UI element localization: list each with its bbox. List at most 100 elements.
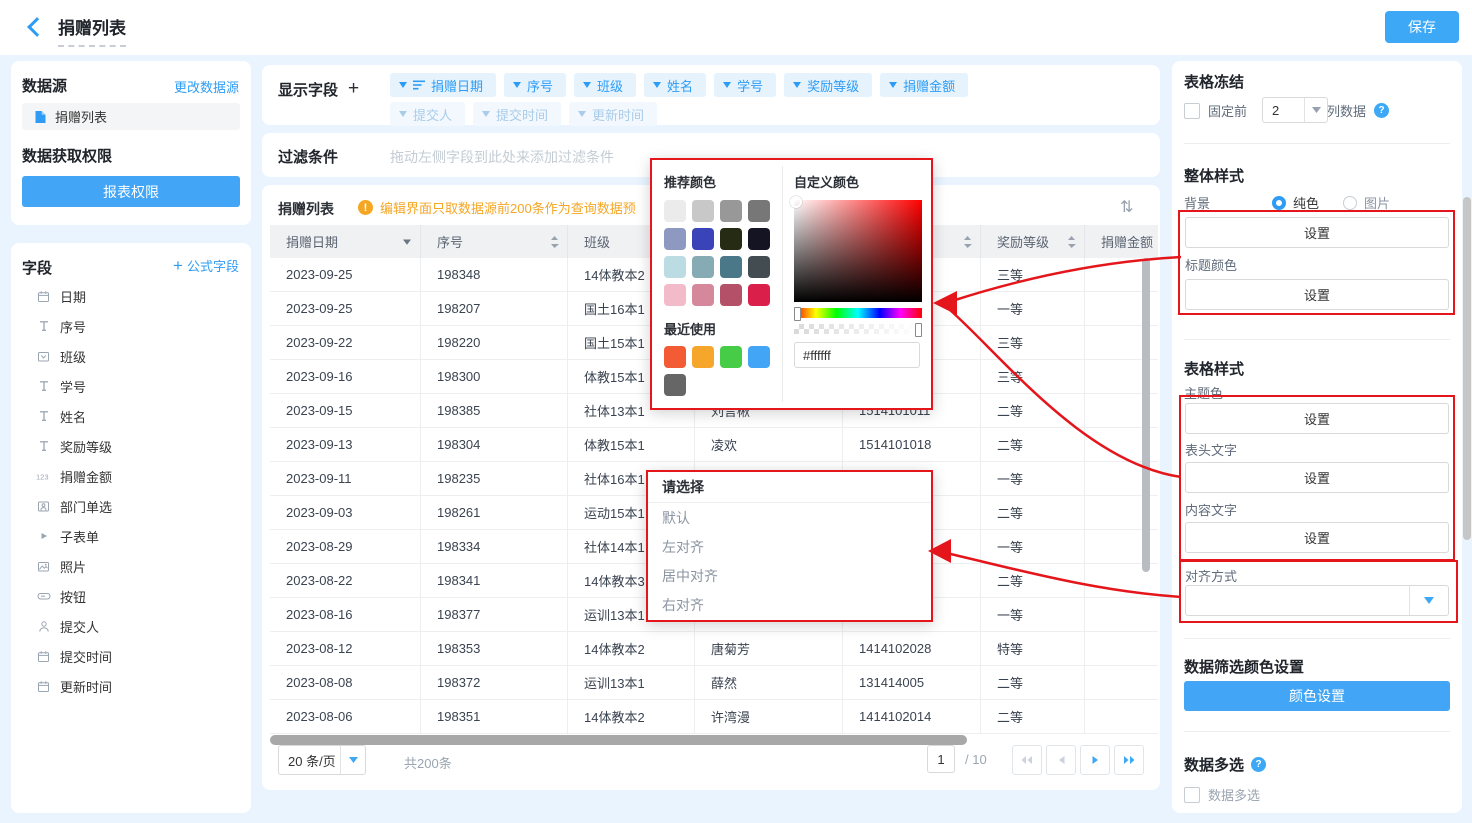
multi-select-checkbox[interactable] [1184, 787, 1200, 803]
formula-field-link[interactable]: + 公式字段 [173, 256, 239, 275]
background-setting-button[interactable]: 设置 [1185, 217, 1449, 248]
color-swatch[interactable] [720, 346, 742, 368]
table-horizontal-scrollbar[interactable] [270, 735, 967, 745]
color-swatch[interactable] [664, 284, 686, 306]
field-item-date[interactable]: 日期 [11, 281, 251, 311]
theme-color-setting-button[interactable]: 设置 [1185, 403, 1449, 434]
hex-color-input[interactable] [794, 342, 920, 368]
display-field-chip[interactable]: 姓名 [644, 73, 706, 97]
field-item-button[interactable]: 按钮 [11, 581, 251, 611]
field-item-donation-amount[interactable]: 123捐赠金额 [11, 461, 251, 491]
display-field-chip[interactable]: 提交人 [390, 102, 465, 126]
color-swatch[interactable] [664, 346, 686, 368]
color-setting-button[interactable]: 颜色设置 [1184, 681, 1450, 711]
sort-arrows-icon[interactable] [1067, 235, 1076, 249]
display-field-chip[interactable]: 更新时间 [569, 102, 657, 126]
hue-slider-thumb[interactable] [794, 307, 801, 321]
color-swatch[interactable] [692, 346, 714, 368]
color-swatch[interactable] [720, 284, 742, 306]
display-field-chip[interactable]: 捐赠金额 [880, 73, 968, 97]
color-swatch[interactable] [692, 200, 714, 222]
color-swatch[interactable] [748, 284, 770, 306]
column-header[interactable]: 捐赠金额 [1085, 225, 1158, 258]
add-field-icon[interactable]: + [348, 78, 359, 100]
column-header[interactable]: 奖励等级 [981, 225, 1085, 258]
sort-order-icon[interactable]: ⇅ [1120, 197, 1133, 217]
menu-item[interactable]: 默认 [648, 503, 931, 532]
color-swatch[interactable] [692, 284, 714, 306]
field-item-subform[interactable]: 子表单 [11, 521, 251, 551]
column-header[interactable]: 序号 [421, 225, 568, 258]
menu-item[interactable]: 右对齐 [648, 590, 931, 619]
report-permission-button[interactable]: 报表权限 [22, 176, 240, 207]
prev-page-button[interactable] [1046, 745, 1076, 775]
display-field-chip[interactable]: 奖励等级 [784, 73, 872, 97]
table-row[interactable]: 2023-08-0619835114体教本2许湾漫1414102014二等 [270, 700, 1158, 734]
display-field-chip[interactable]: 序号 [504, 73, 566, 97]
display-field-chip[interactable]: 班级 [574, 73, 636, 97]
page-size-select[interactable]: 20 条/页 [278, 745, 366, 775]
filter-dropzone[interactable]: 拖动左侧字段到此处来添加过滤条件 [390, 147, 614, 167]
table-row[interactable]: 2023-08-08198372运训13本1薛然131414005二等 [270, 666, 1158, 700]
field-item-photo[interactable]: 照片 [11, 551, 251, 581]
color-swatch[interactable] [664, 374, 686, 396]
field-item-name[interactable]: 姓名 [11, 401, 251, 431]
field-item-update-time[interactable]: 更新时间 [11, 671, 251, 701]
color-swatch[interactable] [720, 256, 742, 278]
color-swatch[interactable] [748, 346, 770, 368]
title-color-setting-button[interactable]: 设置 [1185, 279, 1449, 310]
next-page-button[interactable] [1080, 745, 1110, 775]
color-swatch[interactable] [664, 228, 686, 250]
display-field-chip[interactable]: 捐赠日期 [390, 73, 496, 97]
color-swatch[interactable] [692, 228, 714, 250]
color-swatch[interactable] [664, 200, 686, 222]
page-number-input[interactable] [927, 745, 955, 773]
field-item-submit-time[interactable]: 提交时间 [11, 641, 251, 671]
column-header[interactable]: 捐赠日期 [270, 225, 421, 258]
datasource-item[interactable]: 捐赠列表 [22, 103, 240, 130]
save-button[interactable]: 保存 [1385, 11, 1459, 43]
saturation-gradient[interactable] [794, 200, 922, 302]
first-page-button[interactable] [1012, 745, 1042, 775]
table-vertical-scrollbar[interactable] [1142, 258, 1150, 572]
field-item-student-id[interactable]: 学号 [11, 371, 251, 401]
alpha-slider[interactable] [794, 324, 922, 334]
back-icon[interactable] [27, 17, 47, 37]
change-datasource-link[interactable]: 更改数据源 [174, 77, 239, 96]
menu-item[interactable]: 居中对齐 [648, 561, 931, 590]
color-swatch[interactable] [720, 200, 742, 222]
display-field-chip[interactable]: 学号 [714, 73, 776, 97]
solid-color-radio[interactable] [1272, 196, 1286, 210]
table-row[interactable]: 2023-08-1219835314体教本2唐菊芳1414102028特等 [270, 632, 1158, 666]
align-select[interactable] [1185, 585, 1449, 616]
table-row[interactable]: 2023-09-13198304体教15本1凌欢1514101018二等 [270, 428, 1158, 462]
field-item-award-level[interactable]: 奖励等级 [11, 431, 251, 461]
field-item-submitter[interactable]: 提交人 [11, 611, 251, 641]
color-swatch[interactable] [748, 256, 770, 278]
freeze-checkbox[interactable] [1184, 103, 1200, 119]
display-field-chip[interactable]: 提交时间 [473, 102, 561, 126]
hue-slider[interactable] [794, 308, 922, 318]
header-text-setting-button[interactable]: 设置 [1185, 462, 1449, 493]
help-icon[interactable]: ? [1374, 103, 1389, 118]
color-swatch[interactable] [748, 228, 770, 250]
color-swatch[interactable] [720, 228, 742, 250]
color-swatch[interactable] [692, 256, 714, 278]
sort-arrows-icon[interactable] [963, 235, 972, 249]
menu-item[interactable]: 左对齐 [648, 532, 931, 561]
gradient-cursor-icon[interactable] [790, 196, 802, 208]
filter-triangle-icon[interactable] [402, 238, 412, 246]
alpha-slider-thumb[interactable] [915, 323, 922, 337]
content-text-setting-button[interactable]: 设置 [1185, 522, 1449, 553]
field-item-serial[interactable]: 序号 [11, 311, 251, 341]
field-item-class[interactable]: 班级 [11, 341, 251, 371]
sort-arrows-icon[interactable] [550, 235, 559, 249]
color-swatch[interactable] [748, 200, 770, 222]
help-icon[interactable]: ? [1251, 757, 1266, 772]
freeze-count-select[interactable]: 2 [1262, 97, 1328, 123]
field-item-department-select[interactable]: 部门单选 [11, 491, 251, 521]
last-page-button[interactable] [1114, 745, 1144, 775]
panel-scrollbar[interactable] [1463, 197, 1471, 540]
color-swatch[interactable] [664, 256, 686, 278]
image-radio[interactable] [1343, 196, 1357, 210]
